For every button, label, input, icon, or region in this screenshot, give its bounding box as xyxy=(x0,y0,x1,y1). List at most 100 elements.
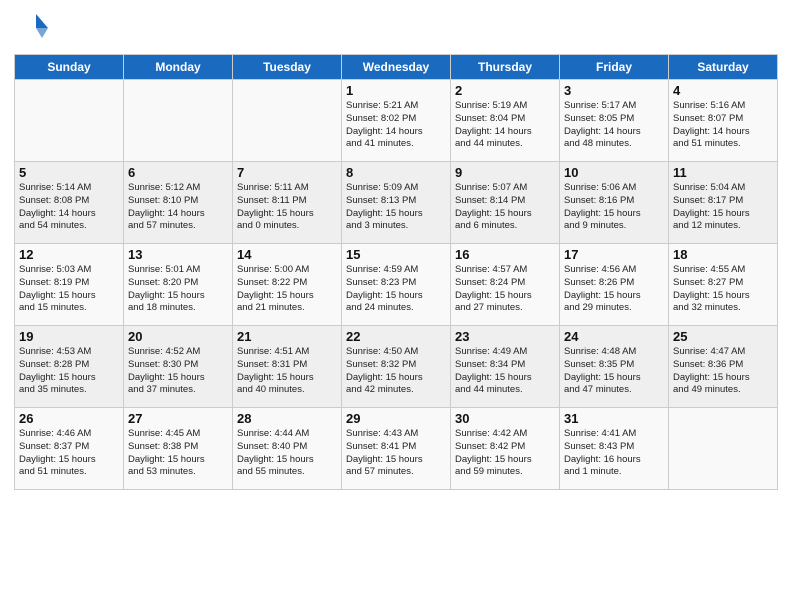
calendar-cell: 9Sunrise: 5:07 AM Sunset: 8:14 PM Daylig… xyxy=(451,162,560,244)
day-number: 16 xyxy=(455,247,555,262)
calendar-cell: 10 Sunrise: 5:06 AM Sunset: 8:16 PM Dayli… xyxy=(560,162,669,244)
week-row-3: 19 Sunrise: 4:53 AM Sunset: 8:28 PM Dayli… xyxy=(15,326,778,408)
calendar-cell: 5 Sunrise: 5:14 AM Sunset: 8:08 PM Daylig… xyxy=(15,162,124,244)
calendar-cell: 8 Sunrise: 5:09 AM Sunset: 8:13 PM Daylig… xyxy=(342,162,451,244)
calendar-cell: 11 Sunrise: 5:04 AM Sunset: 8:17 PM Dayli… xyxy=(669,162,778,244)
day-info: Sunrise: 4:44 AM Sunset: 8:40 PM Dayligh… xyxy=(237,428,337,479)
day-number: 15 xyxy=(346,247,446,262)
logo-icon xyxy=(14,10,50,46)
day-info: Sunrise: 4:53 AM Sunset: 8:28 PM Dayligh… xyxy=(19,346,119,397)
calendar-cell: 21 Sunrise: 4:51 AM Sunset: 8:31 PM Dayli… xyxy=(233,326,342,408)
day-info: Sunrise: 5:06 AM Sunset: 8:16 PM Dayligh… xyxy=(564,182,664,233)
day-number: 10 xyxy=(564,165,664,180)
col-header-friday: Friday xyxy=(560,55,669,80)
calendar-cell: 12Sunrise: 5:03 AM Sunset: 8:19 PM Dayli… xyxy=(15,244,124,326)
day-info: Sunrise: 4:56 AM Sunset: 8:26 PM Dayligh… xyxy=(564,264,664,315)
calendar-table: SundayMondayTuesdayWednesdayThursdayFrid… xyxy=(14,54,778,490)
calendar-cell: 23 Sunrise: 4:49 AM Sunset: 8:34 PM Dayli… xyxy=(451,326,560,408)
day-info: Sunrise: 4:57 AM Sunset: 8:24 PM Dayligh… xyxy=(455,264,555,315)
week-row-4: 26Sunrise: 4:46 AM Sunset: 8:37 PM Dayli… xyxy=(15,408,778,490)
col-header-tuesday: Tuesday xyxy=(233,55,342,80)
day-info: Sunrise: 4:48 AM Sunset: 8:35 PM Dayligh… xyxy=(564,346,664,397)
day-number: 31 xyxy=(564,411,664,426)
day-number: 21 xyxy=(237,329,337,344)
calendar-cell xyxy=(15,80,124,162)
calendar-cell: 27 Sunrise: 4:45 AM Sunset: 8:38 PM Dayli… xyxy=(124,408,233,490)
calendar-cell xyxy=(124,80,233,162)
calendar-cell: 2 Sunrise: 5:19 AM Sunset: 8:04 PM Daylig… xyxy=(451,80,560,162)
calendar-cell: 19 Sunrise: 4:53 AM Sunset: 8:28 PM Dayli… xyxy=(15,326,124,408)
day-number: 17 xyxy=(564,247,664,262)
calendar-cell: 1 Sunrise: 5:21 AM Sunset: 8:02 PM Daylig… xyxy=(342,80,451,162)
calendar-cell: 16 Sunrise: 4:57 AM Sunset: 8:24 PM Dayli… xyxy=(451,244,560,326)
day-info: Sunrise: 4:55 AM Sunset: 8:27 PM Dayligh… xyxy=(673,264,773,315)
col-header-thursday: Thursday xyxy=(451,55,560,80)
day-number: 11 xyxy=(673,165,773,180)
col-header-sunday: Sunday xyxy=(15,55,124,80)
header-row: SundayMondayTuesdayWednesdayThursdayFrid… xyxy=(15,55,778,80)
day-info: Sunrise: 4:41 AM Sunset: 8:43 PM Dayligh… xyxy=(564,428,664,479)
col-header-saturday: Saturday xyxy=(669,55,778,80)
calendar-cell: 18Sunrise: 4:55 AM Sunset: 8:27 PM Dayli… xyxy=(669,244,778,326)
calendar-cell: 6 Sunrise: 5:12 AM Sunset: 8:10 PM Daylig… xyxy=(124,162,233,244)
day-info: Sunrise: 5:12 AM Sunset: 8:10 PM Dayligh… xyxy=(128,182,228,233)
day-number: 2 xyxy=(455,83,555,98)
day-info: Sunrise: 4:49 AM Sunset: 8:34 PM Dayligh… xyxy=(455,346,555,397)
day-info: Sunrise: 4:52 AM Sunset: 8:30 PM Dayligh… xyxy=(128,346,228,397)
day-number: 12 xyxy=(19,247,119,262)
day-number: 19 xyxy=(19,329,119,344)
day-info: Sunrise: 5:07 AM Sunset: 8:14 PM Dayligh… xyxy=(455,182,555,233)
day-info: Sunrise: 5:16 AM Sunset: 8:07 PM Dayligh… xyxy=(673,100,773,151)
day-info: Sunrise: 4:47 AM Sunset: 8:36 PM Dayligh… xyxy=(673,346,773,397)
day-info: Sunrise: 5:19 AM Sunset: 8:04 PM Dayligh… xyxy=(455,100,555,151)
day-info: Sunrise: 4:45 AM Sunset: 8:38 PM Dayligh… xyxy=(128,428,228,479)
calendar-cell: 22 Sunrise: 4:50 AM Sunset: 8:32 PM Dayli… xyxy=(342,326,451,408)
day-info: Sunrise: 4:51 AM Sunset: 8:31 PM Dayligh… xyxy=(237,346,337,397)
day-info: Sunrise: 5:21 AM Sunset: 8:02 PM Dayligh… xyxy=(346,100,446,151)
calendar-cell: 29Sunrise: 4:43 AM Sunset: 8:41 PM Dayli… xyxy=(342,408,451,490)
calendar-cell: 14Sunrise: 5:00 AM Sunset: 8:22 PM Dayli… xyxy=(233,244,342,326)
day-info: Sunrise: 5:11 AM Sunset: 8:11 PM Dayligh… xyxy=(237,182,337,233)
calendar-cell: 31 Sunrise: 4:41 AM Sunset: 8:43 PM Dayli… xyxy=(560,408,669,490)
calendar-cell: 28 Sunrise: 4:44 AM Sunset: 8:40 PM Dayli… xyxy=(233,408,342,490)
week-row-0: 1 Sunrise: 5:21 AM Sunset: 8:02 PM Daylig… xyxy=(15,80,778,162)
day-number: 6 xyxy=(128,165,228,180)
page: SundayMondayTuesdayWednesdayThursdayFrid… xyxy=(0,0,792,612)
day-info: Sunrise: 5:09 AM Sunset: 8:13 PM Dayligh… xyxy=(346,182,446,233)
day-info: Sunrise: 5:04 AM Sunset: 8:17 PM Dayligh… xyxy=(673,182,773,233)
calendar-cell: 4Sunrise: 5:16 AM Sunset: 8:07 PM Daylig… xyxy=(669,80,778,162)
day-number: 20 xyxy=(128,329,228,344)
day-number: 25 xyxy=(673,329,773,344)
day-number: 30 xyxy=(455,411,555,426)
day-info: Sunrise: 4:59 AM Sunset: 8:23 PM Dayligh… xyxy=(346,264,446,315)
day-number: 3 xyxy=(564,83,664,98)
day-number: 27 xyxy=(128,411,228,426)
day-number: 5 xyxy=(19,165,119,180)
week-row-1: 5 Sunrise: 5:14 AM Sunset: 8:08 PM Daylig… xyxy=(15,162,778,244)
day-info: Sunrise: 5:17 AM Sunset: 8:05 PM Dayligh… xyxy=(564,100,664,151)
day-number: 28 xyxy=(237,411,337,426)
day-info: Sunrise: 4:42 AM Sunset: 8:42 PM Dayligh… xyxy=(455,428,555,479)
col-header-wednesday: Wednesday xyxy=(342,55,451,80)
calendar-cell xyxy=(669,408,778,490)
calendar-cell: 7Sunrise: 5:11 AM Sunset: 8:11 PM Daylig… xyxy=(233,162,342,244)
calendar-cell: 13 Sunrise: 5:01 AM Sunset: 8:20 PM Dayli… xyxy=(124,244,233,326)
logo xyxy=(14,10,54,46)
day-number: 23 xyxy=(455,329,555,344)
calendar-cell xyxy=(233,80,342,162)
day-info: Sunrise: 5:14 AM Sunset: 8:08 PM Dayligh… xyxy=(19,182,119,233)
calendar-cell: 20 Sunrise: 4:52 AM Sunset: 8:30 PM Dayli… xyxy=(124,326,233,408)
col-header-monday: Monday xyxy=(124,55,233,80)
calendar-cell: 15 Sunrise: 4:59 AM Sunset: 8:23 PM Dayli… xyxy=(342,244,451,326)
calendar-cell: 17 Sunrise: 4:56 AM Sunset: 8:26 PM Dayli… xyxy=(560,244,669,326)
day-number: 8 xyxy=(346,165,446,180)
calendar-cell: 24Sunrise: 4:48 AM Sunset: 8:35 PM Dayli… xyxy=(560,326,669,408)
day-number: 13 xyxy=(128,247,228,262)
day-info: Sunrise: 4:43 AM Sunset: 8:41 PM Dayligh… xyxy=(346,428,446,479)
day-info: Sunrise: 4:50 AM Sunset: 8:32 PM Dayligh… xyxy=(346,346,446,397)
calendar-cell: 30 Sunrise: 4:42 AM Sunset: 8:42 PM Dayli… xyxy=(451,408,560,490)
day-info: Sunrise: 5:01 AM Sunset: 8:20 PM Dayligh… xyxy=(128,264,228,315)
day-number: 1 xyxy=(346,83,446,98)
day-number: 14 xyxy=(237,247,337,262)
day-number: 22 xyxy=(346,329,446,344)
